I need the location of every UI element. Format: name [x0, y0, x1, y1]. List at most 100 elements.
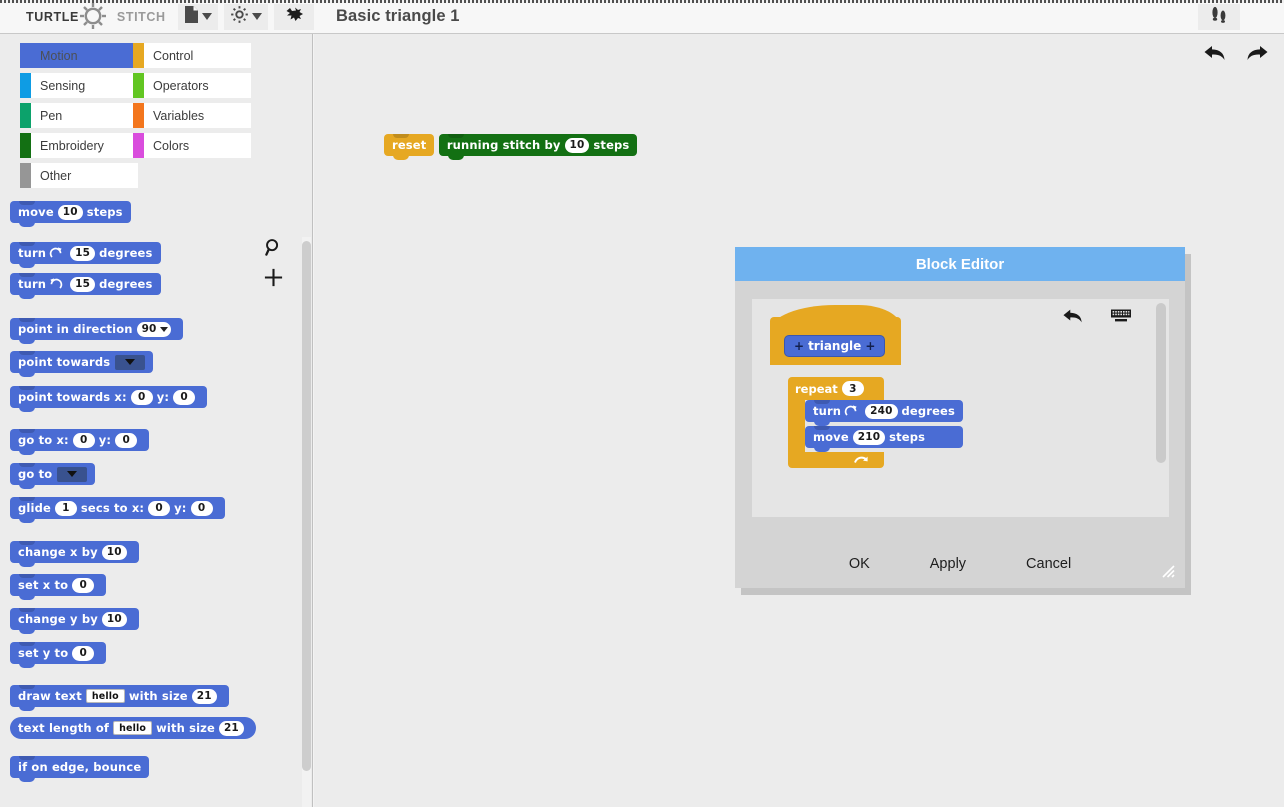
category-button-pen[interactable]: Pen [20, 103, 138, 128]
palette-block-point-in-direction[interactable]: point in direction 90 [10, 318, 183, 344]
resize-handle[interactable] [1159, 562, 1175, 578]
palette-block-glide[interactable]: glide 1 secs to x: 0 y: 0 [10, 497, 225, 523]
category-button-other[interactable]: Other [20, 163, 138, 188]
category-button-control[interactable]: Control [133, 43, 251, 68]
glide-input[interactable]: 1 [54, 500, 77, 516]
block-label: move [813, 430, 849, 444]
top-toolbar: TURTLE STITCH Basic triangle 1 [0, 0, 1284, 34]
block-prototype-triangle[interactable]: + triangle + [784, 335, 886, 357]
block-repeat[interactable]: repeat 3 turn 240 degrees move 210 steps [788, 377, 963, 468]
dialog-title-bar[interactable]: Block Editor [735, 247, 1185, 281]
category-button-motion[interactable]: Motion [20, 43, 138, 68]
palette-block-if-on-edge-bounce[interactable]: if on edge, bounce [10, 756, 150, 782]
turtle-icon [283, 5, 305, 28]
draw-text-input[interactable]: 21 [191, 688, 217, 704]
move-input[interactable]: 10 [57, 204, 83, 220]
turn-left-input[interactable]: 15 [70, 276, 96, 292]
go-to-xy-input[interactable]: 0 [72, 432, 95, 448]
block-label: y: [98, 433, 112, 447]
point-towards-xy-input[interactable]: 0 [130, 389, 153, 405]
ok-button[interactable]: OK [849, 556, 870, 572]
category-button-operators[interactable]: Operators [133, 73, 251, 98]
palette-block-turn-right[interactable]: turn 15 degrees [10, 242, 161, 268]
block-editor-scrollbar-thumb[interactable] [1156, 303, 1166, 463]
make-a-block-button[interactable] [258, 265, 288, 295]
palette-block-point-towards[interactable]: point towards [10, 351, 154, 377]
stitch-steps-input[interactable]: 10 [564, 137, 590, 153]
text-length-of-input[interactable]: 21 [218, 720, 244, 736]
block-label: steps [86, 205, 123, 219]
undo-button[interactable] [1059, 305, 1087, 331]
palette-block-change-x-by[interactable]: change x by 10 [10, 541, 139, 567]
block-label: degrees [99, 277, 153, 291]
repeat-header[interactable]: repeat 3 [788, 377, 884, 400]
file-menu-button[interactable] [178, 3, 218, 30]
change-x-by-input[interactable]: 10 [101, 544, 127, 560]
apply-button[interactable]: Apply [930, 556, 966, 572]
turtle-sprite-button[interactable] [274, 3, 314, 30]
block-turn-right[interactable]: turn 240 degrees [805, 400, 963, 426]
category-button-embroidery[interactable]: Embroidery [20, 133, 138, 158]
go-to-xy-input[interactable]: 0 [115, 432, 138, 448]
visible-stepping-button[interactable] [1198, 4, 1240, 30]
dialog-buttons: OK Apply Cancel [735, 556, 1185, 572]
repeat-count-input[interactable]: 3 [841, 381, 864, 396]
glide-input[interactable]: 0 [148, 500, 171, 516]
category-color-swatch [133, 73, 144, 98]
text-length-of-text-input[interactable]: hello [113, 721, 153, 735]
point-in-direction-dropdown-input[interactable]: 90 [136, 321, 171, 337]
block-reset[interactable]: reset [384, 134, 435, 160]
palette-block-move[interactable]: move 10 steps [10, 201, 131, 227]
palette-block-go-to[interactable]: go to [10, 463, 96, 489]
keyboard-icon [1110, 308, 1132, 328]
search-blocks-button[interactable] [258, 235, 288, 265]
hat-block[interactable]: + triangle + [770, 305, 901, 365]
undo-button[interactable] [1202, 42, 1228, 68]
prototype-name[interactable]: triangle [808, 339, 861, 353]
block-move[interactable]: move 210 steps [805, 426, 963, 452]
change-y-by-input[interactable]: 10 [101, 611, 127, 627]
point-towards-dropdown[interactable] [115, 354, 146, 370]
turn-right-input[interactable]: 15 [70, 245, 96, 261]
palette-block-set-x-to[interactable]: set x to 0 [10, 574, 107, 600]
repeat-inner-blocks[interactable]: turn 240 degrees move 210 steps [805, 400, 963, 452]
move-steps-input[interactable]: 210 [852, 429, 886, 445]
category-label: Embroidery [40, 138, 104, 153]
palette-block-draw-text[interactable]: draw text hello with size 21 [10, 685, 229, 711]
add-input-left-button[interactable]: + [790, 339, 808, 353]
category-button-variables[interactable]: Variables [133, 103, 251, 128]
block-label: turn [18, 246, 47, 260]
category-scrollbar-track[interactable] [300, 38, 606, 188]
draw-text-text-input[interactable]: hello [85, 689, 125, 703]
set-x-to-input[interactable]: 0 [72, 577, 95, 593]
palette-block-change-y-by[interactable]: change y by 10 [10, 608, 139, 634]
palette-scrollbar-thumb[interactable] [302, 241, 311, 771]
block-running-stitch[interactable]: running stitch by 10 steps [438, 134, 638, 160]
settings-menu-button[interactable] [224, 3, 268, 30]
palette-block-text-length-of[interactable]: text length of hello with size 21 [10, 717, 256, 739]
turn-clockwise-icon [49, 246, 63, 260]
set-y-to-input[interactable]: 0 [72, 645, 95, 661]
point-towards-xy-input[interactable]: 0 [173, 389, 196, 405]
script-stack[interactable]: reset running stitch by 10 steps [380, 130, 638, 160]
logo-word-turtle: TURTLE [26, 9, 79, 24]
block-palette[interactable]: move 10 steps turn 15 degrees turn 15 degrees poi… [0, 191, 296, 807]
block-label: change x by [18, 545, 98, 559]
palette-block-set-y-to[interactable]: set y to 0 [10, 642, 107, 668]
palette-block-point-towards-xy[interactable]: point towards x: 0 y: 0 [10, 386, 208, 412]
block-editor-scripting-area[interactable]: + triangle + repeat 3 turn 240 degrees m… [752, 299, 1169, 517]
category-button-sensing[interactable]: Sensing [20, 73, 138, 98]
cancel-button[interactable]: Cancel [1026, 556, 1071, 572]
palette-block-turn-left[interactable]: turn 15 degrees [10, 273, 161, 299]
block-label: move [18, 205, 54, 219]
glide-input[interactable]: 0 [190, 500, 213, 516]
keyboard-entry-button[interactable] [1107, 305, 1135, 331]
custom-block-definition[interactable]: + triangle + repeat 3 turn 240 degrees m… [770, 305, 963, 468]
turn-degrees-input[interactable]: 240 [865, 403, 898, 419]
block-editor-dialog[interactable]: Block Editor + triangle + repeat 3 turn … [735, 247, 1185, 588]
add-input-right-button[interactable]: + [861, 339, 879, 353]
palette-block-go-to-xy[interactable]: go to x: 0 y: 0 [10, 429, 150, 455]
category-button-colors[interactable]: Colors [133, 133, 251, 158]
go-to-dropdown[interactable] [57, 466, 88, 482]
redo-button[interactable] [1244, 42, 1270, 68]
